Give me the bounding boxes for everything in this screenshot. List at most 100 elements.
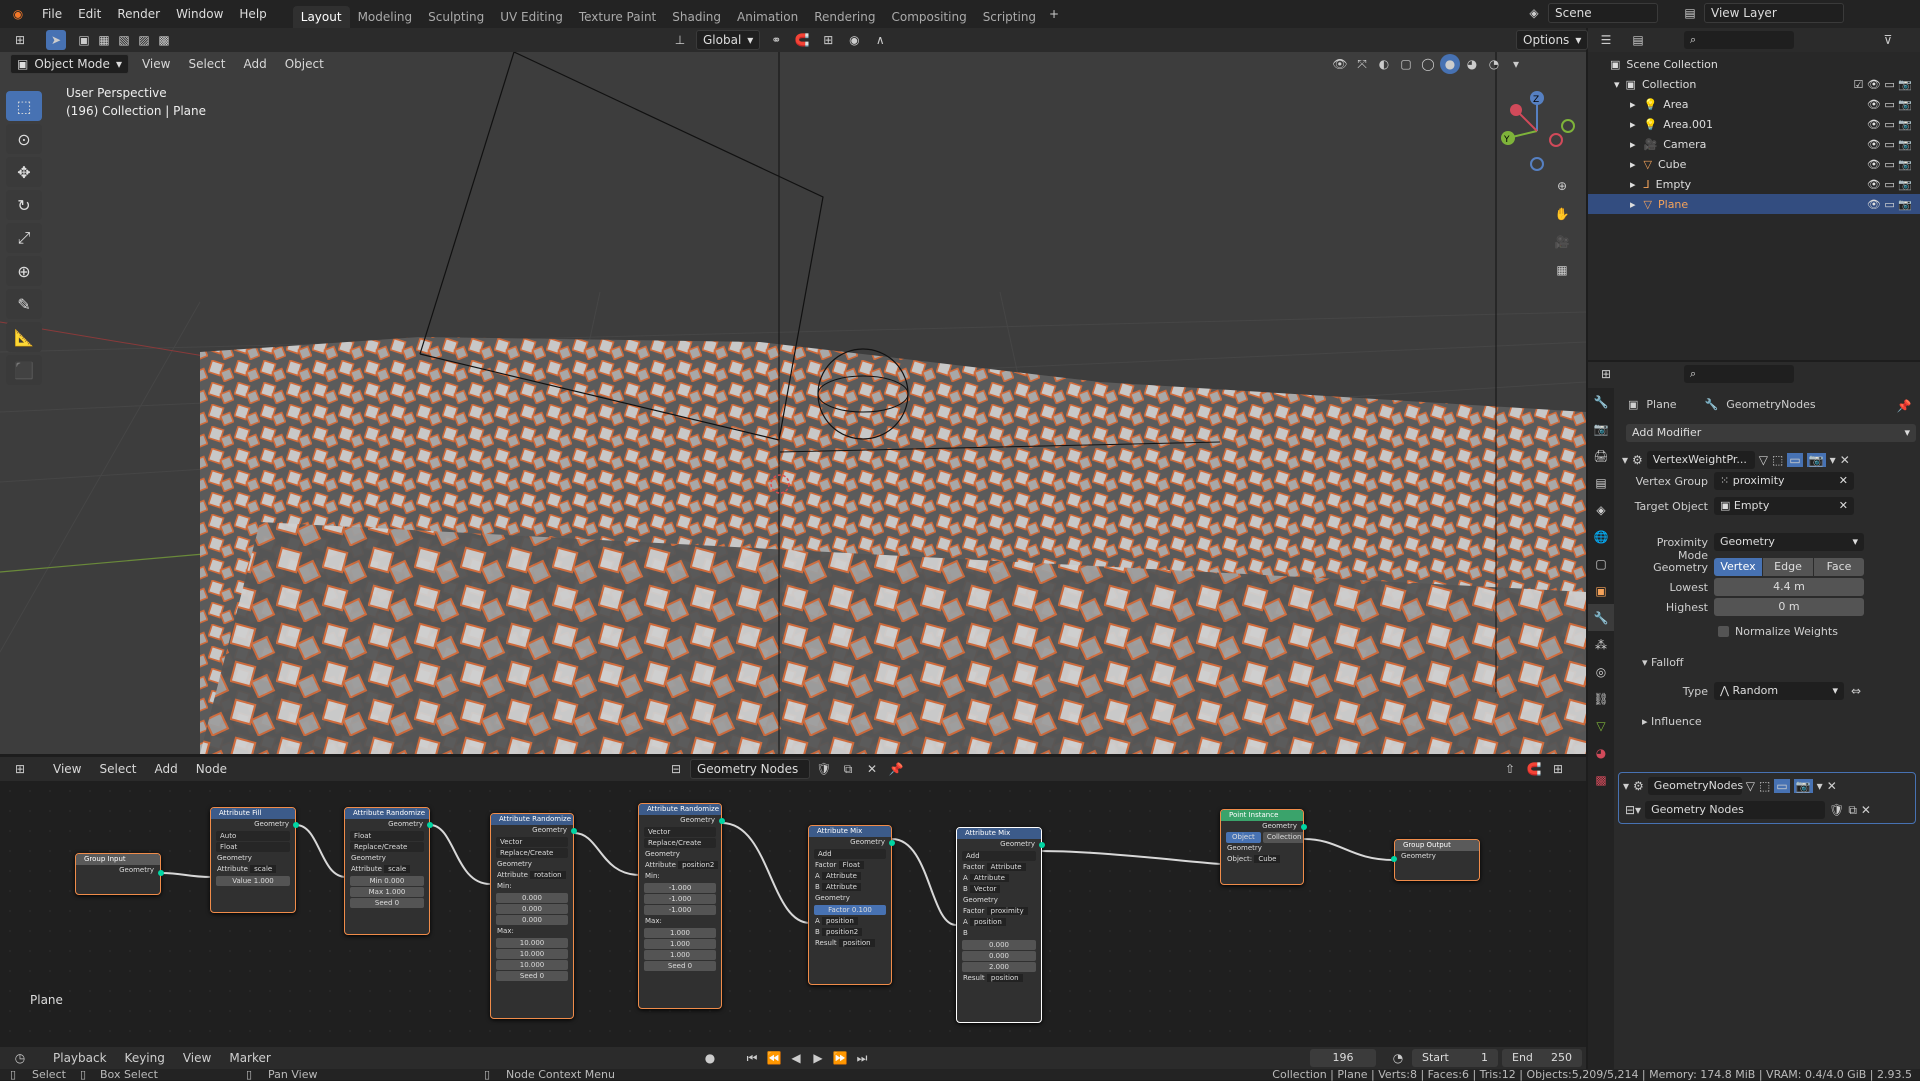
blend-mode-dropdown[interactable]: Add [814, 849, 886, 859]
node-menu-select[interactable]: Select [90, 762, 145, 776]
geometry-edge-toggle[interactable]: Edge [1763, 558, 1813, 576]
viewport-disable-icon[interactable]: ▭ [1884, 98, 1894, 111]
tab-shading[interactable]: Shading [664, 6, 729, 28]
a-field[interactable]: position [970, 918, 1006, 926]
tab-rendering[interactable]: Rendering [806, 6, 883, 28]
outliner-item-camera[interactable]: ▸ 🎥 Camera 👁 ▭ 📷 [1588, 134, 1920, 154]
expand-arrow-icon[interactable]: ▸ [1630, 138, 1636, 151]
output-socket[interactable] [1039, 842, 1045, 848]
camera-view-icon[interactable]: 🎥 [1552, 232, 1572, 252]
max-field[interactable]: Max 1.000 [350, 887, 424, 897]
select-mode-intersect-icon[interactable]: ▩ [154, 30, 174, 50]
attribute-field[interactable]: rotation [530, 871, 566, 879]
outliner-scene-collection[interactable]: ▣ Scene Collection [1588, 54, 1920, 74]
b-field[interactable]: position2 [822, 928, 863, 936]
render-toggle-icon[interactable]: 📷 [1793, 779, 1813, 793]
timeline-menu-view[interactable]: View [174, 1051, 220, 1065]
render-camera-icon[interactable]: 📷 [1898, 118, 1912, 131]
eye-icon[interactable]: 👁 [1867, 198, 1881, 211]
orientation-icon[interactable]: ⊥ [670, 30, 690, 50]
prev-keyframe-icon[interactable]: ⏪ [764, 1048, 784, 1068]
options-dropdown[interactable]: Options ▾ [1516, 30, 1589, 50]
node-attribute-mix-1[interactable]: Attribute Mix Geometry Add Factor Float … [808, 825, 895, 985]
a-field[interactable]: position [822, 917, 858, 925]
render-camera-icon[interactable]: 📷 [1898, 78, 1912, 91]
duplicate-icon[interactable]: ⧉ [1848, 803, 1857, 818]
render-camera-icon[interactable]: 📷 [1898, 198, 1912, 211]
remove-modifier-icon[interactable]: ✕ [1840, 453, 1850, 467]
checkbox-icon[interactable]: ☑ [1854, 78, 1864, 91]
node-attribute-randomize-3[interactable]: Attribute Randomize Geometry Vector Repl… [638, 803, 725, 1009]
clear-icon[interactable]: ✕ [1839, 472, 1848, 490]
move-tool-icon[interactable]: ✥ [6, 157, 42, 187]
navigation-gizmo[interactable]: Z Y [1494, 88, 1580, 174]
end-frame-field[interactable]: End 250 [1502, 1049, 1582, 1067]
cursor-tool-icon[interactable]: ⊙ [6, 124, 42, 154]
seed-field[interactable]: Seed 0 [350, 898, 424, 908]
measure-tool-icon[interactable]: 📐 [6, 322, 42, 352]
fake-user-icon[interactable]: 🛡 [814, 759, 834, 779]
viewport-disable-icon[interactable]: ▭ [1884, 78, 1894, 91]
a-type-dropdown[interactable]: Attribute [970, 874, 1009, 882]
node-tree-selector[interactable]: Geometry Nodes [690, 759, 810, 779]
transform-tool-icon[interactable]: ⊕ [6, 256, 42, 286]
expand-arrow-icon[interactable]: ▸ [1630, 198, 1636, 211]
node-dropdown[interactable]: Auto [216, 831, 290, 841]
viewport-disable-icon[interactable]: ▭ [1884, 118, 1894, 131]
world-tab-icon[interactable]: 🌐 [1588, 523, 1614, 550]
modifier-geometrynodes-header[interactable]: ▾ ⚙ GeometryNodes ▽ ⬚ ▭ 📷 ▾ ✕ [1623, 777, 1837, 795]
max-y-field[interactable]: 1.000 [644, 939, 716, 949]
expand-arrow-icon[interactable]: ▸ [1630, 178, 1636, 191]
b-type-dropdown[interactable]: Vector [970, 885, 1001, 893]
max-z-field[interactable]: 10.000 [496, 960, 568, 970]
min-z-field[interactable]: 0.000 [496, 915, 568, 925]
attribute-field[interactable]: scale [250, 865, 277, 873]
min-x-field[interactable]: 0.000 [496, 893, 568, 903]
b-y-field[interactable]: 0.000 [962, 951, 1036, 961]
mode-dropdown[interactable]: ▣ Object Mode ▾ [10, 54, 129, 74]
pan-hand-icon[interactable]: ✋ [1552, 204, 1572, 224]
factor-field[interactable]: Factor 0.100 [814, 905, 886, 915]
falloff-panel-header[interactable]: ▾ Falloff [1642, 656, 1684, 669]
xray-icon[interactable]: ▢ [1396, 54, 1416, 74]
node-attribute-mix-2[interactable]: Attribute Mix Geometry Add Factor Attrib… [956, 827, 1045, 1023]
start-frame-field[interactable]: Start 1 [1412, 1049, 1498, 1067]
view-layer-selector[interactable]: View Layer [1704, 3, 1844, 23]
modifier-tab-icon[interactable]: 🔧 [1588, 604, 1614, 631]
properties-search-input[interactable]: ⌕ [1684, 365, 1794, 383]
display-mode-icon[interactable]: ▤ [1628, 30, 1648, 50]
collection-tab-icon[interactable]: ▢ [1588, 550, 1614, 577]
invert-falloff-icon[interactable]: ⇔ [1846, 681, 1866, 701]
output-socket[interactable] [293, 822, 299, 828]
ortho-grid-icon[interactable]: ▦ [1552, 260, 1572, 280]
output-tab-icon[interactable]: 🖨 [1588, 442, 1614, 469]
factor-attribute-field[interactable]: proximity [986, 907, 1028, 915]
properties-editor-type-icon[interactable]: ⊞ [1596, 364, 1616, 384]
factor-type-dropdown[interactable]: Float [838, 861, 864, 869]
outliner-item-area[interactable]: ▸ 💡 Area 👁 ▭ 📷 [1588, 94, 1920, 114]
wireframe-shading-icon[interactable]: ◯ [1418, 54, 1438, 74]
influence-panel-header[interactable]: ▸ Influence [1642, 715, 1702, 728]
output-socket[interactable] [1301, 824, 1307, 830]
pin-icon[interactable]: 📌 [1894, 396, 1914, 416]
render-toggle-icon[interactable]: 📷 [1806, 453, 1826, 467]
node-dropdown[interactable]: Vector [496, 837, 568, 847]
cage-icon[interactable]: ⬚ [1772, 453, 1783, 467]
pin-icon[interactable]: 📌 [886, 759, 906, 779]
node-dropdown[interactable]: Replace/Create [350, 842, 424, 852]
eye-icon[interactable]: 👁 [1867, 138, 1881, 151]
min-field[interactable]: Min 0.000 [350, 876, 424, 886]
scene-icon[interactable]: ◈ [1524, 3, 1544, 23]
menu-window[interactable]: Window [168, 0, 231, 28]
eye-icon[interactable]: 👁 [1867, 158, 1881, 171]
shading-options-icon[interactable]: ▾ [1506, 54, 1526, 74]
record-icon[interactable]: ● [700, 1048, 720, 1068]
viewport-toggle-icon[interactable]: ▭ [1787, 453, 1803, 467]
tab-texture-paint[interactable]: Texture Paint [571, 6, 664, 28]
outliner-item-empty[interactable]: ▸ ⅃ Empty 👁 ▭ 📷 [1588, 174, 1920, 194]
outliner-item-area-001[interactable]: ▸ 💡 Area.001 👁 ▭ 📷 [1588, 114, 1920, 134]
seed-field[interactable]: Seed 0 [644, 961, 716, 971]
render-camera-icon[interactable]: 📷 [1898, 138, 1912, 151]
viewport-disable-icon[interactable]: ▭ [1884, 138, 1894, 151]
zoom-icon[interactable]: ⊕ [1552, 176, 1572, 196]
